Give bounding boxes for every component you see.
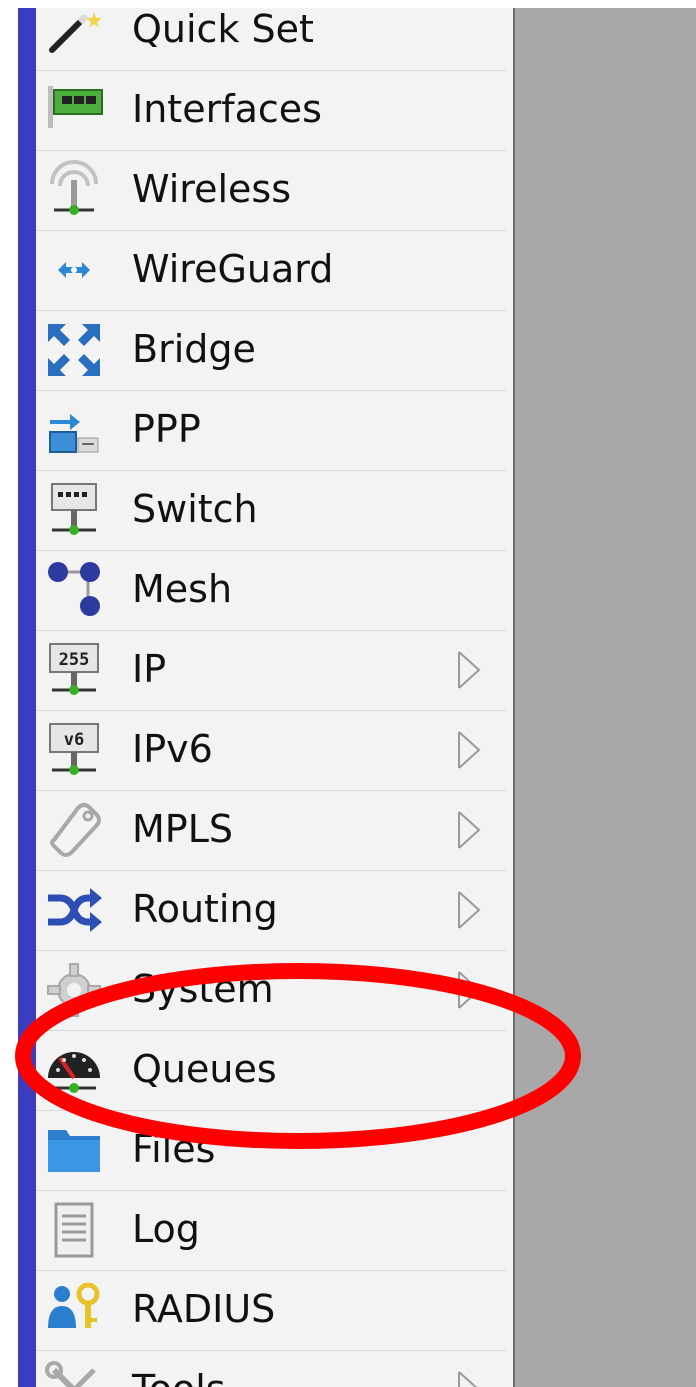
menu-item-quick-set[interactable]: Quick Set — [36, 0, 506, 71]
menu-item-ip[interactable]: 255 IP — [36, 630, 506, 711]
menu-item-wireless[interactable]: Wireless — [36, 150, 506, 231]
menu-item-label: Log — [132, 1207, 200, 1251]
menu-item-routing[interactable]: Routing — [36, 870, 506, 951]
ipv6-icon: v6 — [44, 720, 104, 780]
main-menu: Quick Set Interfaces Wireless WireGuard — [36, 0, 515, 1387]
svg-text:v6: v6 — [64, 730, 84, 750]
mpls-tag-icon — [44, 800, 104, 860]
ip-255-icon: 255 — [44, 640, 104, 700]
bridge-arrows-icon — [44, 320, 104, 380]
submenu-arrow-icon — [456, 970, 482, 1010]
svg-text:255: 255 — [59, 650, 90, 670]
network-card-icon — [44, 80, 104, 140]
menu-item-bridge[interactable]: Bridge — [36, 310, 506, 391]
menu-item-label: WireGuard — [132, 247, 334, 291]
menu-item-interfaces[interactable]: Interfaces — [36, 70, 506, 151]
menu-item-label: RADIUS — [132, 1287, 276, 1331]
menu-item-label: Queues — [132, 1047, 277, 1091]
workspace-area — [515, 0, 696, 1387]
vertical-title-bar — [18, 0, 36, 1387]
wireless-antenna-icon — [44, 160, 104, 220]
menu-item-label: System — [132, 967, 274, 1011]
menu-item-files[interactable]: Files — [36, 1110, 506, 1191]
menu-item-wireguard[interactable]: WireGuard — [36, 230, 506, 311]
menu-item-ipv6[interactable]: v6 IPv6 — [36, 710, 506, 791]
wireguard-icon — [44, 240, 104, 300]
top-edge — [0, 0, 696, 8]
menu-item-ppp[interactable]: PPP — [36, 390, 506, 471]
submenu-arrow-icon — [456, 890, 482, 930]
menu-item-label: Files — [132, 1127, 216, 1171]
menu-item-mpls[interactable]: MPLS — [36, 790, 506, 871]
wand-icon — [44, 0, 104, 60]
routing-arrows-icon — [44, 880, 104, 940]
ppp-icon — [44, 400, 104, 460]
menu-item-system[interactable]: System — [36, 950, 506, 1031]
menu-item-label: Tools — [132, 1366, 226, 1387]
submenu-arrow-icon — [456, 650, 482, 690]
gear-icon — [44, 960, 104, 1020]
gauge-icon — [44, 1040, 104, 1100]
menu-item-label: IP — [132, 647, 167, 691]
menu-item-label: MPLS — [132, 807, 233, 851]
submenu-arrow-icon — [456, 730, 482, 770]
menu-item-tools[interactable]: Tools — [36, 1350, 506, 1387]
submenu-arrow-icon — [456, 1370, 482, 1387]
menu-item-mesh[interactable]: Mesh — [36, 550, 506, 631]
menu-item-label: Routing — [132, 887, 278, 931]
menu-item-switch[interactable]: Switch — [36, 470, 506, 551]
menu-item-label: Mesh — [132, 567, 233, 611]
menu-item-log[interactable]: Log — [36, 1190, 506, 1271]
menu-item-label: Interfaces — [132, 87, 322, 131]
menu-item-queues[interactable]: Queues — [36, 1030, 506, 1111]
menu-item-label: Bridge — [132, 327, 256, 371]
submenu-arrow-icon — [456, 810, 482, 850]
document-icon — [44, 1200, 104, 1260]
winbox-window: Quick Set Interfaces Wireless WireGuard — [0, 0, 696, 1387]
folder-icon — [44, 1120, 104, 1180]
menu-item-radius[interactable]: RADIUS — [36, 1270, 506, 1351]
menu-item-label: PPP — [132, 407, 201, 451]
switch-icon — [44, 480, 104, 540]
menu-item-label: Wireless — [132, 167, 291, 211]
users-key-icon — [44, 1280, 104, 1340]
menu-item-label: IPv6 — [132, 727, 213, 771]
mesh-icon — [44, 560, 104, 620]
menu-item-label: Switch — [132, 487, 258, 531]
tools-icon — [44, 1360, 104, 1387]
menu-item-label: Quick Set — [132, 7, 314, 51]
